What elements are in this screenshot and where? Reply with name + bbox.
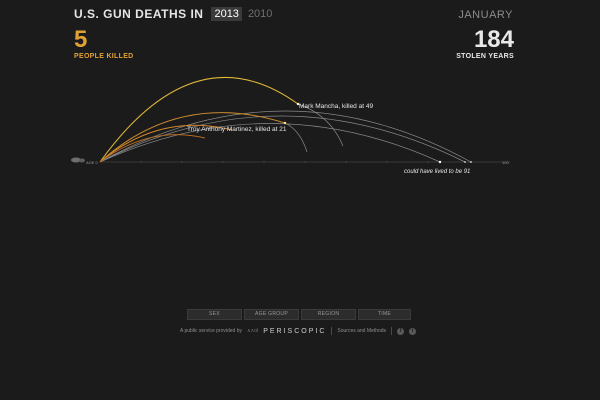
facebook-icon[interactable]: f bbox=[397, 327, 405, 335]
filter-region-button[interactable]: REGION bbox=[301, 309, 356, 320]
periscopic-brand-link[interactable]: PERISCOPIC bbox=[263, 328, 326, 335]
victim-label-mark-mancha[interactable]: Mark Mancha, killed at 49 bbox=[299, 103, 373, 110]
footer-divider bbox=[331, 327, 333, 335]
filter-time-button[interactable]: TIME bbox=[358, 309, 411, 320]
death-points bbox=[283, 102, 300, 125]
sources-methods-link[interactable]: Sources and Methods bbox=[337, 328, 386, 334]
axis-end-label: 100 bbox=[502, 160, 509, 165]
projected-arc-5 bbox=[284, 122, 308, 153]
killed-life-arcs bbox=[99, 76, 299, 163]
killed-arc-4 bbox=[99, 134, 206, 163]
lifespan-arc-visualization[interactable]: AGE 0 100 Mark Mancha, killed at 49 Troy… bbox=[0, 0, 600, 400]
filter-sex-button[interactable]: SEX bbox=[187, 309, 242, 320]
projected-life-arcs bbox=[99, 103, 472, 163]
footer: A public service provided by ∧∧ol PERISC… bbox=[180, 327, 417, 335]
projected-arc-2 bbox=[99, 115, 466, 163]
projected-age-note: could have lived to be 91 bbox=[404, 169, 470, 175]
axis-start-label: AGE 0 bbox=[86, 160, 99, 165]
public-service-text: A public service provided by bbox=[180, 328, 242, 334]
killed-arc-2 bbox=[99, 112, 286, 163]
victim-label-troy-martinez[interactable]: Troy Anthony Martinez, killed at 21 bbox=[187, 126, 287, 133]
killed-arc-1 bbox=[99, 76, 299, 163]
footer-divider-2 bbox=[391, 327, 393, 335]
filter-bar: SEX AGE GROUP REGION TIME bbox=[187, 309, 411, 320]
fallen-figures-icon bbox=[71, 157, 85, 163]
twitter-icon[interactable]: t bbox=[409, 327, 417, 335]
periscopic-logo-icon: ∧∧ol bbox=[246, 328, 259, 334]
filter-age-group-button[interactable]: AGE GROUP bbox=[244, 309, 299, 320]
